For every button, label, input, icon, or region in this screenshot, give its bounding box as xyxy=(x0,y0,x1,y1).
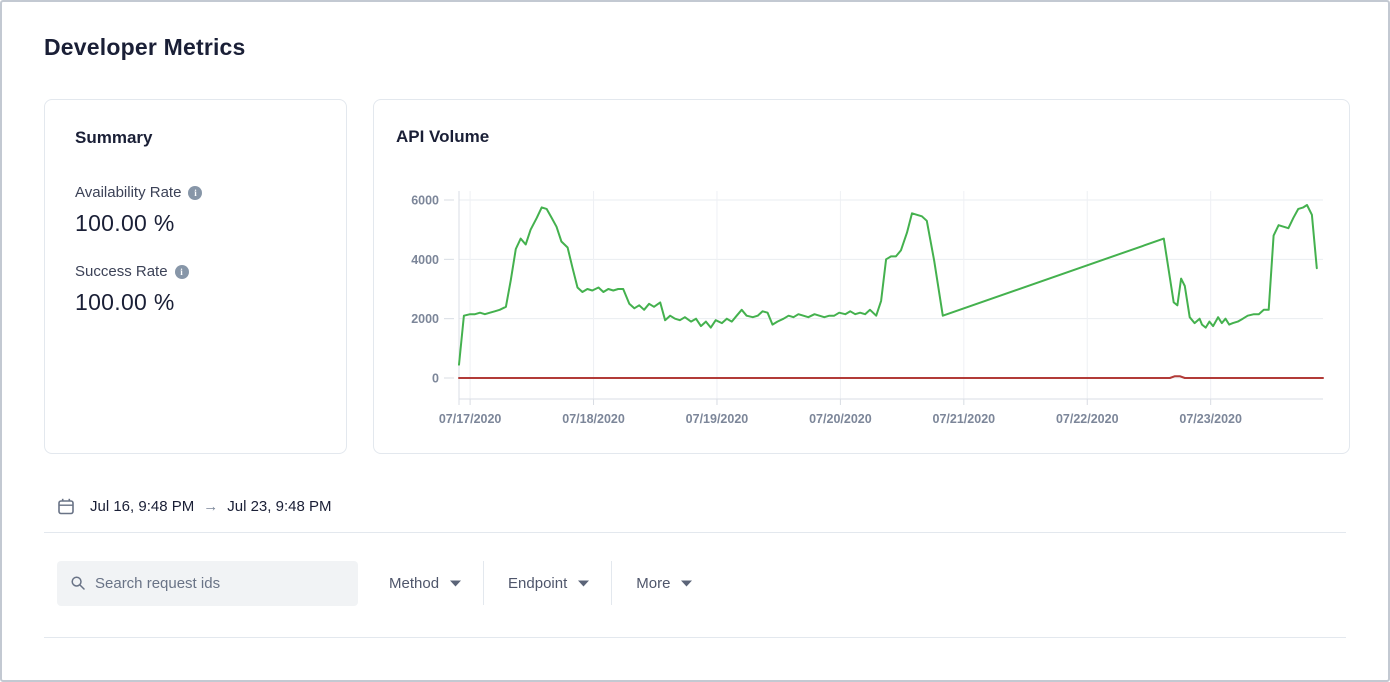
chevron-down-icon xyxy=(681,580,692,587)
svg-text:07/17/2020: 07/17/2020 xyxy=(439,412,502,426)
svg-text:07/21/2020: 07/21/2020 xyxy=(933,412,996,426)
svg-text:2000: 2000 xyxy=(411,312,439,326)
more-filter-dropdown[interactable]: More xyxy=(636,575,692,592)
calendar-icon xyxy=(58,498,74,515)
success-rate-value: 100.00 % xyxy=(75,289,316,316)
filter-row: Method Endpoint More xyxy=(44,560,1346,606)
svg-text:07/22/2020: 07/22/2020 xyxy=(1056,412,1119,426)
chevron-down-icon xyxy=(450,580,461,587)
api-volume-title: API Volume xyxy=(396,127,1331,147)
endpoint-filter-label: Endpoint xyxy=(508,575,567,592)
page-title: Developer Metrics xyxy=(44,34,1346,61)
availability-rate-label: Availability Rate xyxy=(75,184,181,201)
chevron-down-icon xyxy=(578,580,589,587)
summary-card-title: Summary xyxy=(75,128,316,148)
svg-text:07/19/2020: 07/19/2020 xyxy=(686,412,749,426)
arrow-right-icon: → xyxy=(203,498,218,515)
cards-row: Summary Availability Rate i 100.00 % Suc… xyxy=(44,99,1346,454)
search-box xyxy=(57,561,358,606)
svg-text:6000: 6000 xyxy=(411,194,439,208)
svg-text:07/20/2020: 07/20/2020 xyxy=(809,412,872,426)
svg-text:07/23/2020: 07/23/2020 xyxy=(1179,412,1242,426)
endpoint-filter-dropdown[interactable]: Endpoint xyxy=(508,575,589,592)
availability-rate-value: 100.00 % xyxy=(75,210,316,237)
info-icon[interactable]: i xyxy=(188,186,202,200)
dashboard-frame: Developer Metrics Summary Availability R… xyxy=(0,0,1390,682)
search-request-ids-input[interactable] xyxy=(95,575,344,592)
date-range-picker[interactable]: Jul 16, 9:48 PM → Jul 23, 9:48 PM xyxy=(44,494,1346,518)
method-filter-dropdown[interactable]: Method xyxy=(389,575,461,592)
svg-text:4000: 4000 xyxy=(411,253,439,267)
success-rate-label: Success Rate xyxy=(75,263,168,280)
api-volume-card: API Volume 0 2000 4000 6000 07/17/2020 07/18/… xyxy=(373,99,1350,454)
svg-text:0: 0 xyxy=(432,372,439,386)
divider xyxy=(44,637,1346,638)
search-icon xyxy=(71,576,85,590)
svg-text:07/18/2020: 07/18/2020 xyxy=(562,412,625,426)
date-range-start: Jul 16, 9:48 PM xyxy=(90,498,194,515)
divider xyxy=(44,532,1346,533)
api-volume-chart: 0 2000 4000 6000 07/17/2020 07/18/2020 07/19/2… xyxy=(396,187,1331,427)
method-filter-label: Method xyxy=(389,575,439,592)
divider xyxy=(483,561,484,605)
success-rate-metric: Success Rate i 100.00 % xyxy=(75,263,316,316)
divider xyxy=(611,561,612,605)
more-filter-label: More xyxy=(636,575,670,592)
availability-rate-metric: Availability Rate i 100.00 % xyxy=(75,184,316,237)
summary-card: Summary Availability Rate i 100.00 % Suc… xyxy=(44,99,347,454)
info-icon[interactable]: i xyxy=(175,265,189,279)
date-range-end: Jul 23, 9:48 PM xyxy=(227,498,331,515)
